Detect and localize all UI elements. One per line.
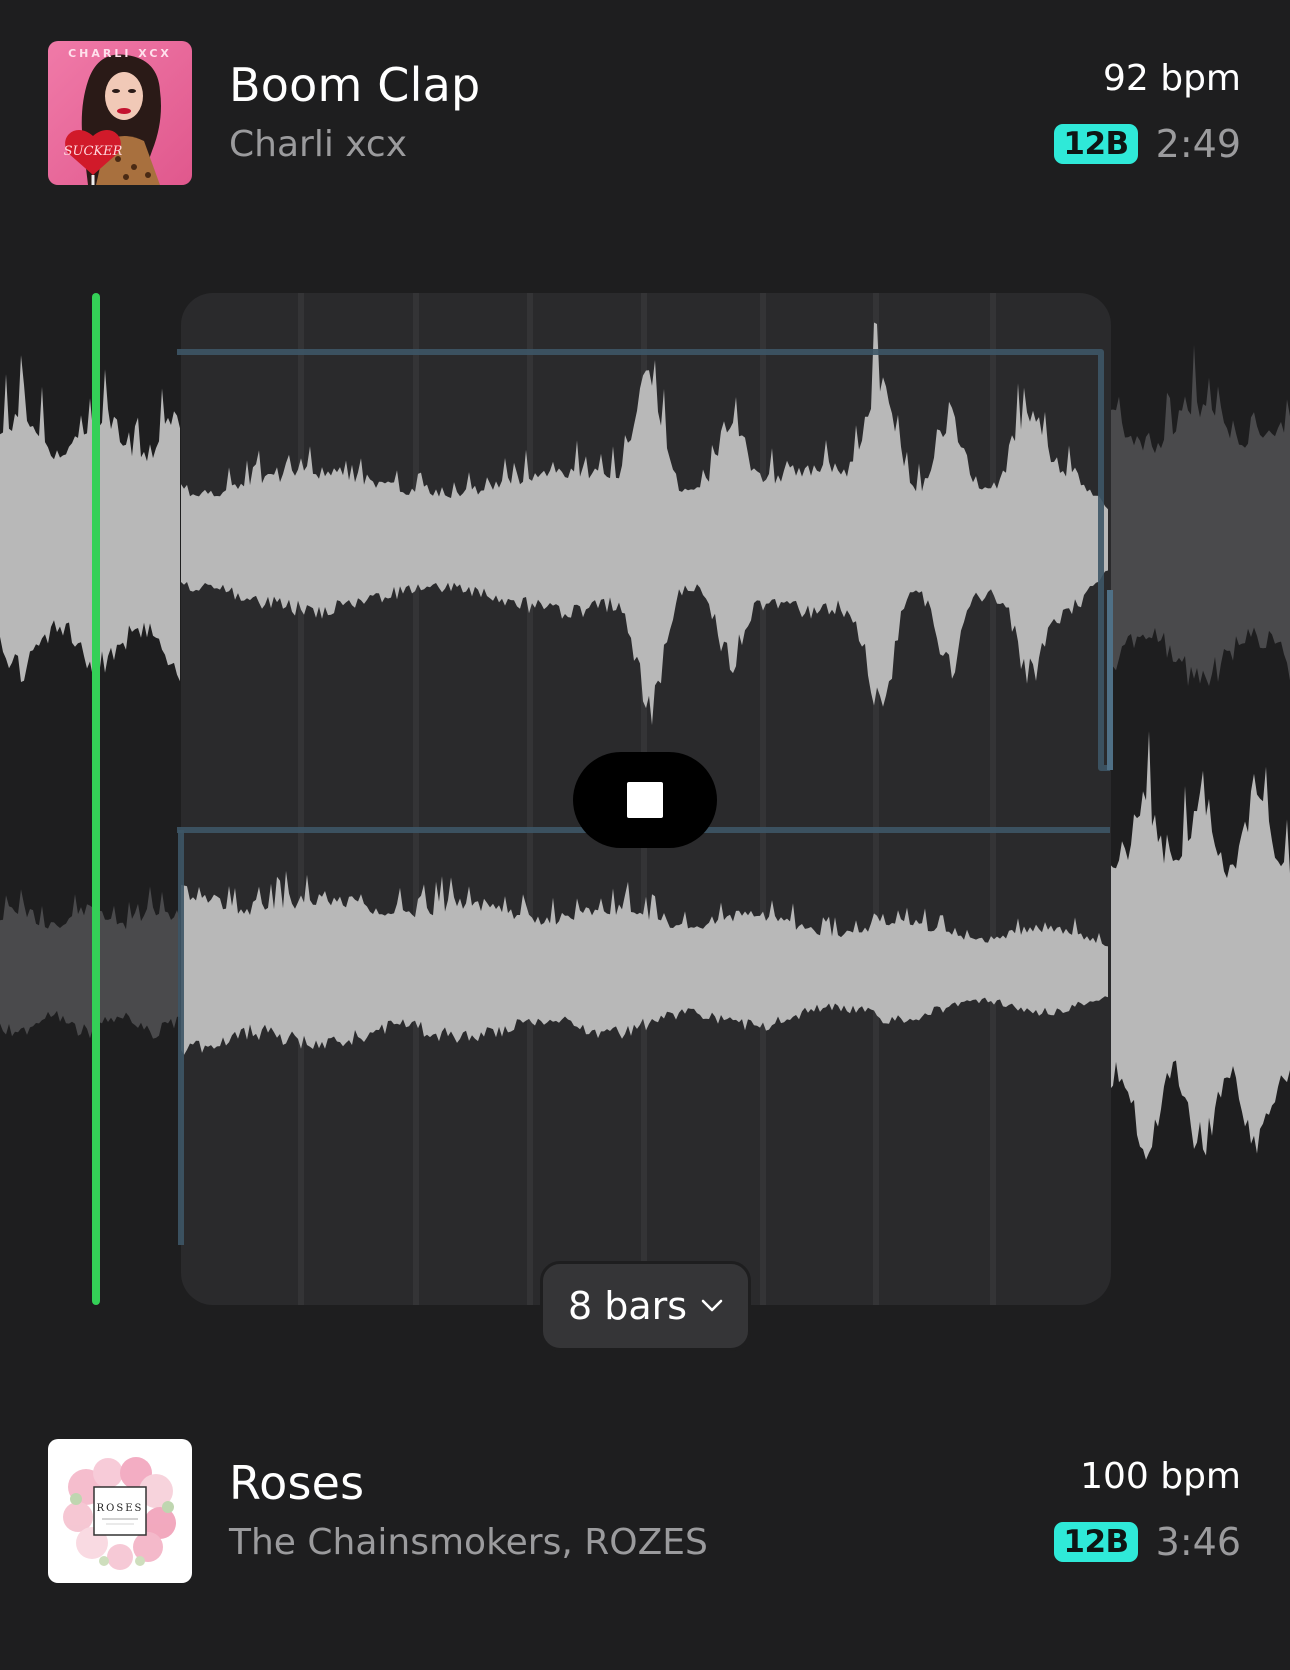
stop-icon	[627, 782, 663, 818]
bars-length-dropdown[interactable]: 8 bars	[540, 1261, 751, 1351]
album-art-roses: ROSES	[48, 1439, 192, 1583]
waveform-current-intro	[0, 355, 180, 682]
track-key-duration: 12B 3:46	[1054, 1520, 1241, 1564]
track-duration: 3:46	[1155, 1520, 1241, 1564]
chevron-down-icon	[701, 1299, 723, 1312]
track-key-duration: 12B 2:49	[1054, 122, 1241, 166]
bar-grid-line	[413, 293, 419, 1305]
stop-button[interactable]	[573, 752, 717, 848]
track-bpm: 100 bpm	[1080, 1456, 1241, 1497]
waveform-next-outro	[1110, 731, 1290, 1160]
track-artist: The Chainsmokers, ROZES	[229, 1522, 708, 1563]
album-art-boom-clap: SUCKER CHARLI XCX	[48, 41, 192, 185]
track-bpm: 92 bpm	[1102, 58, 1241, 99]
track-row-next[interactable]: ROSES Roses The Chainsmokers, ROZES 100 …	[0, 1436, 1290, 1596]
svg-text:SUCKER: SUCKER	[64, 144, 123, 159]
svg-text:CHARLI XCX: CHARLI XCX	[68, 47, 172, 60]
playhead[interactable]	[92, 293, 100, 1305]
track-duration: 2:49	[1155, 122, 1241, 166]
key-badge: 12B	[1054, 1522, 1138, 1562]
bars-length-label: 8 bars	[567, 1284, 688, 1328]
bar-grid-line	[298, 293, 304, 1305]
track-row-current[interactable]: SUCKER CHARLI XCX Boom Clap Charli xcx 9…	[0, 38, 1290, 198]
track-title: Roses	[229, 1456, 365, 1510]
track-title: Boom Clap	[229, 58, 481, 112]
waveform-next-intro	[0, 886, 180, 1039]
bar-grid-line	[990, 293, 996, 1305]
svg-text:ROSES: ROSES	[97, 1503, 144, 1514]
bar-grid-line	[760, 293, 766, 1305]
bar-grid-line	[527, 293, 533, 1305]
key-badge: 12B	[1054, 124, 1138, 164]
track-artist: Charli xcx	[229, 124, 408, 165]
transition-editor[interactable]: 8 bars	[0, 280, 1290, 1360]
waveform-current-outro	[1110, 344, 1290, 687]
